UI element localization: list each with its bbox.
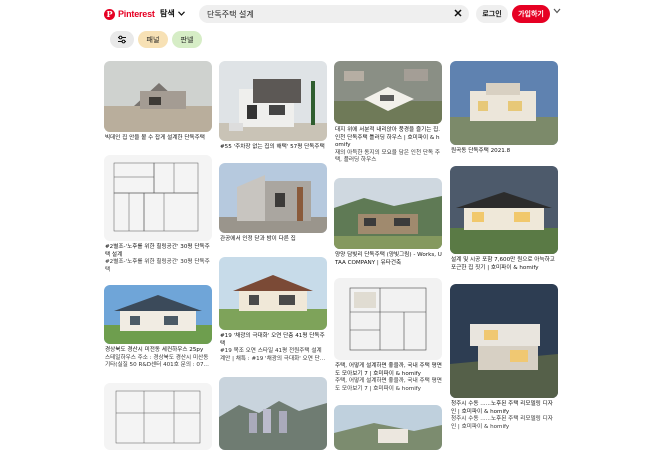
pin-caption: 경상북도 경산시 미전동 세컨하우스 25py	[105, 347, 204, 353]
chevron-down-icon[interactable]	[553, 8, 561, 14]
pin-caption: #19 '채광의 극대화' 오연 단층 41평 단독주택	[220, 333, 325, 347]
pinterest-logo[interactable]: P Pinterest	[104, 7, 155, 21]
pin-card[interactable]: 관공에서 인정 닫과 밤이 다른 집	[219, 163, 327, 244]
search-value: 단독주택 설계	[207, 10, 254, 19]
signup-button[interactable]: 가입하기	[512, 5, 550, 23]
pin-description: 청주시 수동 ......노후된 주택 리모델링 디자인 | 호미파이 & ho…	[451, 416, 553, 430]
pin-image[interactable]	[104, 383, 212, 450]
pin-caption: 주택, 어떻게 설계하면 좋을까, 국내 주택 평면도 모아보기 7 | 호미파…	[335, 363, 442, 377]
pin-card[interactable]: #19 '채광의 극대화' 오연 단층 41평 단독주택 #19 목조 오연 스…	[219, 257, 327, 363]
pin-caption: 빅데인 집 안을 볼 수 잡게 설계한 단독주택	[105, 135, 205, 141]
pin-image[interactable]	[334, 178, 442, 249]
pin-image[interactable]	[219, 163, 327, 233]
pin-caption: 원곡동 단독주택 2021.8	[451, 148, 511, 154]
pin-image[interactable]	[334, 405, 442, 450]
pin-image[interactable]	[219, 377, 327, 450]
pin-card[interactable]: 양양 담빛리 단독주택 (양빛그림) - Works, UTAA COMPANY…	[334, 178, 442, 267]
pin-card[interactable]: #55 '주차장 없는 집의 해택' 57평 단독주택	[219, 61, 327, 152]
pin-description: #19 목조 오연 스타일 41평 전원주택 설계 계안 | 채특 : #19 …	[220, 348, 326, 362]
pin-card[interactable]: 원곡동 단독주택 2021.8	[450, 61, 558, 156]
pin-description: #2별조-'노후를 위한 힐링공간' 30평 단독주택	[105, 259, 210, 273]
filter-chip-panel[interactable]: 패널	[138, 31, 168, 48]
chevron-down-icon	[177, 11, 185, 16]
pin-caption: #2별조-'노후를 위한 힐링공간' 30평 단독주택 설계	[105, 244, 210, 258]
filter-chip-pannel[interactable]: 판넬	[172, 31, 202, 48]
pin-caption: 설계 및 시공 포함 7,600만 원으로 아늑하고 포근한 집 짓기 | 호미…	[451, 257, 555, 271]
pin-card[interactable]: 청주시 수동 ......노후된 주택 리모델링 디자인 | 호미파이 & ho…	[450, 284, 558, 431]
search-input[interactable]: 단독주택 설계	[199, 5, 469, 23]
pin-card[interactable]	[334, 405, 442, 450]
pin-image[interactable]	[219, 257, 327, 330]
pin-description: 스테일하우스 주소 : 경상북도 경산시 미산동 기타(실질 50 R&D센터 …	[105, 354, 209, 369]
pin-card[interactable]: 경상북도 경산시 미전동 세컨하우스 25py 스테일하우스 주소 : 경상북도…	[104, 285, 212, 370]
pin-card[interactable]: #2별조-'노후를 위한 힐링공간' 30평 단독주택 설계 #2별조-'노후를…	[104, 155, 212, 274]
pin-card[interactable]: 주택, 어떻게 설계하면 좋을까, 국내 주택 평면도 모아보기 7 | 호미파…	[334, 278, 442, 393]
pin-caption: 대지 위에 서분적 내리앉아 풍경을 즐기는 집. 인천 단독주택 틀러딩 하우…	[335, 127, 441, 148]
pin-image[interactable]	[219, 61, 327, 141]
pin-card[interactable]	[104, 383, 212, 450]
pin-image[interactable]	[450, 284, 558, 398]
pin-card[interactable]	[219, 377, 327, 450]
logo-text: Pinterest	[118, 9, 155, 19]
pin-caption: 관공에서 인정 닫과 밤이 다른 집	[220, 236, 296, 242]
pin-image[interactable]	[104, 61, 212, 132]
pin-image[interactable]	[450, 166, 558, 254]
sliders-icon	[118, 35, 126, 44]
pin-description: 주택, 어떻게 설계하면 좋을까, 국내 주택 평면도 모아보기 7 | 호미파…	[335, 378, 442, 392]
login-button[interactable]: 로그인	[476, 5, 508, 23]
pin-card[interactable]: 설계 및 시공 포함 7,600만 원으로 아늑하고 포근한 집 짓기 | 호미…	[450, 166, 558, 272]
explore-menu[interactable]: 탐색	[160, 8, 185, 19]
pin-card[interactable]: 대지 위에 서분적 내리앉아 풍경을 즐기는 집. 인천 단독주택 틀러딩 하우…	[334, 61, 442, 165]
pin-caption: 청주시 수동 ......노후된 주택 리모델링 디자인 | 호미파이 & ho…	[451, 401, 553, 415]
pin-image[interactable]	[334, 61, 442, 124]
explore-label: 탐색	[160, 9, 175, 18]
pin-image[interactable]	[104, 155, 212, 241]
pinterest-logo-icon: P	[104, 8, 115, 20]
pin-caption: #55 '주차장 없는 집의 해택' 57평 단독주택	[220, 144, 325, 150]
pin-image[interactable]	[104, 285, 212, 344]
clear-search-icon[interactable]	[453, 8, 463, 18]
pin-card[interactable]: 빅데인 집 안을 볼 수 잡게 설계한 단독주택	[104, 61, 212, 143]
pin-caption: 양양 담빛리 단독주택 (양빛그림) - Works, UTAA COMPANY…	[335, 252, 442, 266]
pin-image[interactable]	[450, 61, 558, 145]
pin-description: 재의 아득한 동지의 모요을 담은 인천 단독 주택, 플러딩 하우스	[335, 149, 441, 164]
filter-button[interactable]	[110, 31, 134, 48]
top-bar: P Pinterest 탐색 단독주택 설계 로그인 가입하기	[0, 0, 658, 28]
pin-image[interactable]	[334, 278, 442, 360]
